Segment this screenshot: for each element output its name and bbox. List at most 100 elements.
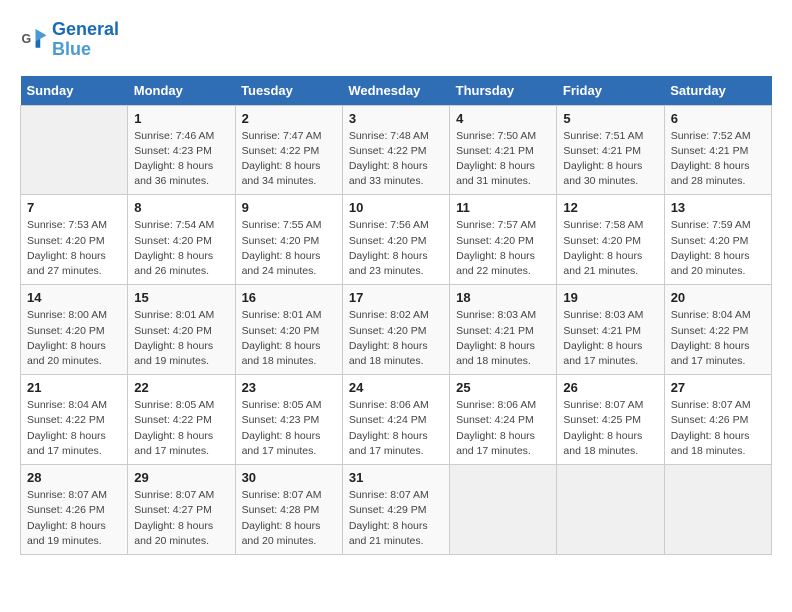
- day-info: Sunrise: 8:07 AM Sunset: 4:26 PM Dayligh…: [671, 398, 765, 459]
- day-cell: 17Sunrise: 8:02 AM Sunset: 4:20 PM Dayli…: [342, 285, 449, 375]
- day-number: 20: [671, 290, 765, 305]
- day-info: Sunrise: 8:07 AM Sunset: 4:28 PM Dayligh…: [242, 488, 336, 549]
- day-info: Sunrise: 8:00 AM Sunset: 4:20 PM Dayligh…: [27, 308, 121, 369]
- day-info: Sunrise: 7:51 AM Sunset: 4:21 PM Dayligh…: [563, 129, 657, 190]
- day-cell: 24 Sunrise: 8:06 AM Sunset: 4:24 PM Dayli…: [342, 375, 449, 465]
- week-row-3: 14 Sunrise: 8:00 AM Sunset: 4:20 PM Dayli…: [21, 285, 772, 375]
- day-number: 19: [563, 290, 657, 305]
- day-info: Sunrise: 7:56 AM Sunset: 4:20 PM Dayligh…: [349, 218, 443, 279]
- day-cell: 21Sunrise: 8:04 AM Sunset: 4:22 PM Dayli…: [21, 375, 128, 465]
- logo-line2: Blue: [52, 40, 119, 60]
- header-monday: Monday: [128, 76, 235, 106]
- day-number: 12: [563, 200, 657, 215]
- header-thursday: Thursday: [450, 76, 557, 106]
- day-info: Sunrise: 8:06 AM Sunset: 4:24 PM Dayligh…: [456, 398, 550, 459]
- day-number: 22: [134, 380, 228, 395]
- day-info: Sunrise: 7:59 AM Sunset: 4:20 PM Dayligh…: [671, 218, 765, 279]
- day-info: Sunrise: 8:05 AM Sunset: 4:23 PM Dayligh…: [242, 398, 336, 459]
- day-number: 29: [134, 470, 228, 485]
- logo-icon: G: [20, 26, 48, 54]
- day-cell: 22 Sunrise: 8:05 AM Sunset: 4:22 PM Dayli…: [128, 375, 235, 465]
- day-number: 5: [563, 111, 657, 126]
- header-saturday: Saturday: [664, 76, 771, 106]
- day-cell: 28Sunrise: 8:07 AM Sunset: 4:26 PM Dayli…: [21, 465, 128, 555]
- day-cell: [450, 465, 557, 555]
- header-friday: Friday: [557, 76, 664, 106]
- day-info: Sunrise: 8:04 AM Sunset: 4:22 PM Dayligh…: [27, 398, 121, 459]
- day-cell: 4Sunrise: 7:50 AM Sunset: 4:21 PM Daylig…: [450, 105, 557, 195]
- day-info: Sunrise: 8:07 AM Sunset: 4:27 PM Dayligh…: [134, 488, 228, 549]
- day-info: Sunrise: 8:07 AM Sunset: 4:29 PM Dayligh…: [349, 488, 443, 549]
- day-cell: 29 Sunrise: 8:07 AM Sunset: 4:27 PM Dayli…: [128, 465, 235, 555]
- day-cell: 14 Sunrise: 8:00 AM Sunset: 4:20 PM Dayli…: [21, 285, 128, 375]
- day-info: Sunrise: 7:52 AM Sunset: 4:21 PM Dayligh…: [671, 129, 765, 190]
- day-number: 27: [671, 380, 765, 395]
- day-cell: 8 Sunrise: 7:54 AM Sunset: 4:20 PM Daylig…: [128, 195, 235, 285]
- day-info: Sunrise: 7:48 AM Sunset: 4:22 PM Dayligh…: [349, 129, 443, 190]
- day-info: Sunrise: 8:05 AM Sunset: 4:22 PM Dayligh…: [134, 398, 228, 459]
- day-number: 17: [349, 290, 443, 305]
- day-cell: 11Sunrise: 7:57 AM Sunset: 4:20 PM Dayli…: [450, 195, 557, 285]
- day-number: 28: [27, 470, 121, 485]
- day-cell: 19 Sunrise: 8:03 AM Sunset: 4:21 PM Dayli…: [557, 285, 664, 375]
- day-info: Sunrise: 8:07 AM Sunset: 4:25 PM Dayligh…: [563, 398, 657, 459]
- day-info: Sunrise: 8:06 AM Sunset: 4:24 PM Dayligh…: [349, 398, 443, 459]
- day-cell: 13 Sunrise: 7:59 AM Sunset: 4:20 PM Dayli…: [664, 195, 771, 285]
- day-cell: 9 Sunrise: 7:55 AM Sunset: 4:20 PM Daylig…: [235, 195, 342, 285]
- day-info: Sunrise: 7:54 AM Sunset: 4:20 PM Dayligh…: [134, 218, 228, 279]
- day-number: 6: [671, 111, 765, 126]
- day-cell: 15 Sunrise: 8:01 AM Sunset: 4:20 PM Dayli…: [128, 285, 235, 375]
- day-cell: 2 Sunrise: 7:47 AM Sunset: 4:22 PM Daylig…: [235, 105, 342, 195]
- day-info: Sunrise: 7:46 AM Sunset: 4:23 PM Dayligh…: [134, 129, 228, 190]
- day-cell: 3Sunrise: 7:48 AM Sunset: 4:22 PM Daylig…: [342, 105, 449, 195]
- day-number: 10: [349, 200, 443, 215]
- calendar-header-row: SundayMondayTuesdayWednesdayThursdayFrid…: [21, 76, 772, 106]
- day-info: Sunrise: 7:57 AM Sunset: 4:20 PM Dayligh…: [456, 218, 550, 279]
- day-number: 30: [242, 470, 336, 485]
- day-cell: 12 Sunrise: 7:58 AM Sunset: 4:20 PM Dayli…: [557, 195, 664, 285]
- day-info: Sunrise: 7:47 AM Sunset: 4:22 PM Dayligh…: [242, 129, 336, 190]
- week-row-2: 7Sunrise: 7:53 AM Sunset: 4:20 PM Daylig…: [21, 195, 772, 285]
- day-info: Sunrise: 8:03 AM Sunset: 4:21 PM Dayligh…: [456, 308, 550, 369]
- day-cell: 5 Sunrise: 7:51 AM Sunset: 4:21 PM Daylig…: [557, 105, 664, 195]
- day-info: Sunrise: 8:01 AM Sunset: 4:20 PM Dayligh…: [242, 308, 336, 369]
- week-row-1: 1Sunrise: 7:46 AM Sunset: 4:23 PM Daylig…: [21, 105, 772, 195]
- day-cell: 10 Sunrise: 7:56 AM Sunset: 4:20 PM Dayli…: [342, 195, 449, 285]
- calendar-table: SundayMondayTuesdayWednesdayThursdayFrid…: [20, 76, 772, 555]
- day-cell: 20Sunrise: 8:04 AM Sunset: 4:22 PM Dayli…: [664, 285, 771, 375]
- day-info: Sunrise: 7:53 AM Sunset: 4:20 PM Dayligh…: [27, 218, 121, 279]
- svg-text:G: G: [22, 32, 32, 46]
- day-number: 26: [563, 380, 657, 395]
- page-header: G General Blue: [20, 20, 772, 60]
- logo-line1: General: [52, 20, 119, 40]
- day-number: 24: [349, 380, 443, 395]
- header-tuesday: Tuesday: [235, 76, 342, 106]
- day-number: 13: [671, 200, 765, 215]
- day-cell: 16Sunrise: 8:01 AM Sunset: 4:20 PM Dayli…: [235, 285, 342, 375]
- day-info: Sunrise: 8:03 AM Sunset: 4:21 PM Dayligh…: [563, 308, 657, 369]
- day-info: Sunrise: 7:58 AM Sunset: 4:20 PM Dayligh…: [563, 218, 657, 279]
- day-number: 23: [242, 380, 336, 395]
- day-cell: 31Sunrise: 8:07 AM Sunset: 4:29 PM Dayli…: [342, 465, 449, 555]
- day-info: Sunrise: 7:50 AM Sunset: 4:21 PM Dayligh…: [456, 129, 550, 190]
- day-info: Sunrise: 7:55 AM Sunset: 4:20 PM Dayligh…: [242, 218, 336, 279]
- day-number: 2: [242, 111, 336, 126]
- week-row-5: 28Sunrise: 8:07 AM Sunset: 4:26 PM Dayli…: [21, 465, 772, 555]
- day-cell: 25 Sunrise: 8:06 AM Sunset: 4:24 PM Dayli…: [450, 375, 557, 465]
- day-number: 9: [242, 200, 336, 215]
- day-cell: [557, 465, 664, 555]
- header-wednesday: Wednesday: [342, 76, 449, 106]
- day-number: 18: [456, 290, 550, 305]
- day-cell: [664, 465, 771, 555]
- day-cell: 7Sunrise: 7:53 AM Sunset: 4:20 PM Daylig…: [21, 195, 128, 285]
- day-cell: 30 Sunrise: 8:07 AM Sunset: 4:28 PM Dayli…: [235, 465, 342, 555]
- day-number: 15: [134, 290, 228, 305]
- day-cell: 18 Sunrise: 8:03 AM Sunset: 4:21 PM Dayli…: [450, 285, 557, 375]
- day-number: 25: [456, 380, 550, 395]
- day-info: Sunrise: 8:01 AM Sunset: 4:20 PM Dayligh…: [134, 308, 228, 369]
- day-number: 14: [27, 290, 121, 305]
- day-cell: 1Sunrise: 7:46 AM Sunset: 4:23 PM Daylig…: [128, 105, 235, 195]
- week-row-4: 21Sunrise: 8:04 AM Sunset: 4:22 PM Dayli…: [21, 375, 772, 465]
- day-number: 8: [134, 200, 228, 215]
- day-cell: 26 Sunrise: 8:07 AM Sunset: 4:25 PM Dayli…: [557, 375, 664, 465]
